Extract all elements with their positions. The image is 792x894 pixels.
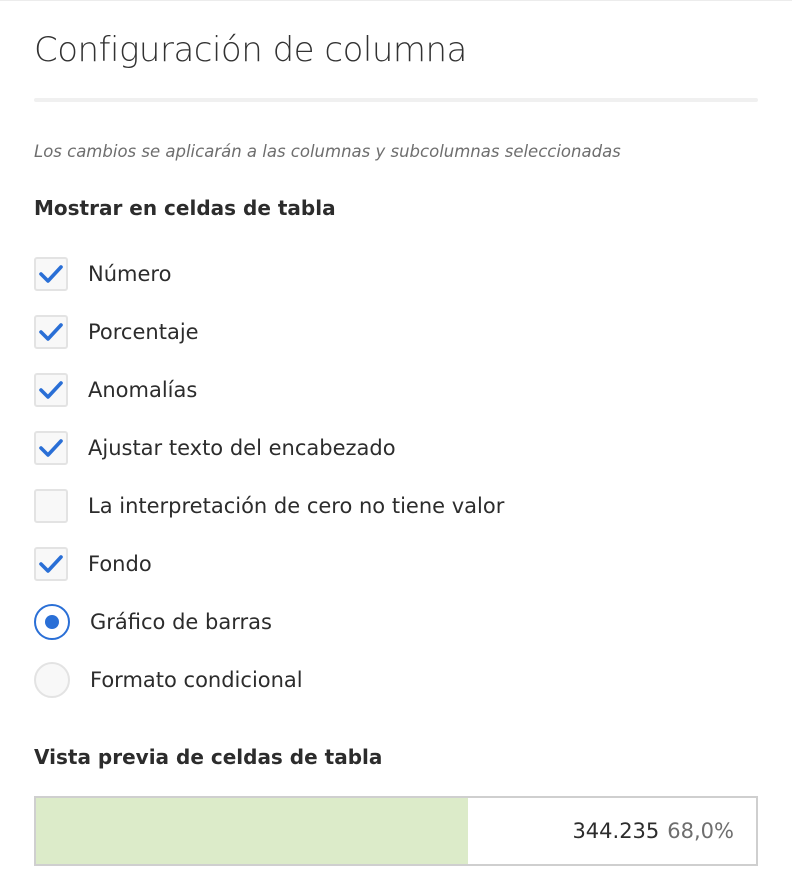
checkmark-icon (39, 265, 63, 283)
option-label: Fondo (88, 552, 152, 576)
radio-button[interactable] (34, 604, 70, 640)
display-section-heading: Mostrar en celdas de tabla (34, 196, 336, 220)
option-label: Formato condicional (90, 668, 303, 692)
preview-percent: 68,0% (667, 819, 734, 843)
option-label: Porcentaje (88, 320, 199, 344)
checkmark-icon (39, 381, 63, 399)
panel-title: Configuración de columna (34, 30, 467, 70)
checkmark-icon (39, 439, 63, 457)
preview-number: 344.235 (572, 819, 660, 843)
top-border (0, 0, 792, 1)
preview-section-heading: Vista previa de celdas de tabla (34, 745, 383, 769)
checkmark-icon (39, 323, 63, 341)
option-grafico-barras[interactable]: Gráfico de barras (34, 603, 272, 641)
option-label: La interpretación de cero no tiene valor (88, 494, 505, 518)
preview-values: 344.235 68,0% (572, 798, 734, 864)
preview-bar (36, 798, 468, 864)
option-ajustar-texto[interactable]: Ajustar texto del encabezado (34, 429, 396, 467)
table-cell-preview: 344.235 68,0% (34, 796, 758, 866)
option-label: Anomalías (88, 378, 198, 402)
checkbox[interactable] (34, 431, 68, 465)
checkbox[interactable] (34, 373, 68, 407)
option-label: Ajustar texto del encabezado (88, 436, 396, 460)
checkbox[interactable] (34, 489, 68, 523)
changes-note: Los cambios se aplicarán a las columnas … (34, 142, 621, 161)
option-label: Gráfico de barras (90, 610, 272, 634)
option-cero-sin-valor[interactable]: La interpretación de cero no tiene valor (34, 487, 504, 525)
checkbox[interactable] (34, 315, 68, 349)
option-label: Número (88, 262, 172, 286)
checkbox[interactable] (34, 257, 68, 291)
radio-dot-icon (45, 615, 59, 629)
checkbox[interactable] (34, 547, 68, 581)
option-formato-condicional[interactable]: Formato condicional (34, 661, 303, 699)
checkmark-icon (39, 555, 63, 573)
option-fondo[interactable]: Fondo (34, 545, 152, 583)
option-numero[interactable]: Número (34, 255, 171, 293)
option-anomalias[interactable]: Anomalías (34, 371, 197, 409)
option-porcentaje[interactable]: Porcentaje (34, 313, 199, 351)
title-divider (34, 98, 758, 102)
radio-button[interactable] (34, 662, 70, 698)
